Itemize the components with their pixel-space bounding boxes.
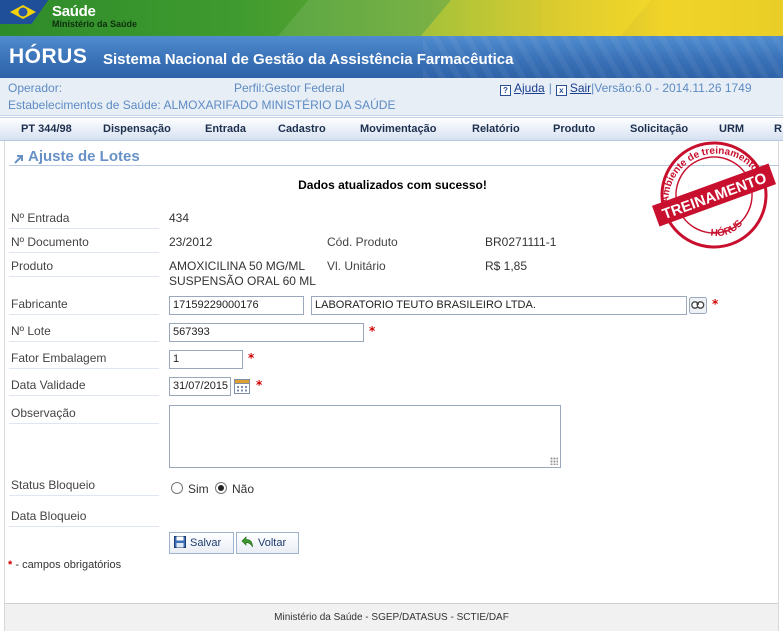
app-description: Sistema Nacional de Gestão da Assistênci…: [103, 51, 514, 68]
menu-item-pt-344-98[interactable]: PT 344/98: [21, 123, 72, 135]
produto-value-line1: AMOXICILINA 50 MG/ML: [169, 259, 306, 273]
menu-item-relatorio[interactable]: Relatório: [472, 123, 520, 135]
fator-field[interactable]: 1: [169, 350, 243, 369]
menu-item-cadastro[interactable]: Cadastro: [278, 123, 326, 135]
operator-label: Operador:: [8, 81, 63, 95]
cod-produto-value: BR0271111-1: [485, 235, 557, 249]
brand-logo: Saúde Ministério da Saúde: [52, 4, 137, 29]
back-button[interactable]: Voltar: [236, 532, 299, 554]
fator-label: Fator Embalagem: [11, 351, 107, 365]
calendar-icon[interactable]: [234, 378, 250, 394]
status-nao-radio[interactable]: [215, 482, 227, 494]
exit-link[interactable]: Sair: [570, 81, 591, 95]
exit-icon[interactable]: x: [555, 85, 567, 96]
cod-produto-label: Cód. Produto: [327, 235, 398, 249]
menu-item-solicitacao[interactable]: Solicitação: [630, 123, 688, 135]
fabricante-code-field[interactable]: 17159229000176: [169, 296, 304, 315]
back-arrow-icon: [241, 536, 253, 548]
required-marker: *: [712, 297, 719, 311]
label-divider: [9, 341, 159, 342]
lote-label: Nº Lote: [11, 324, 51, 338]
user-info-bar: Operador: Perfil:Gestor Federal Estabele…: [0, 78, 783, 116]
documento-value: 23/2012: [169, 235, 213, 249]
training-stamp: Ambiente de treinamento TREINAMENTO HÓRU…: [648, 140, 777, 249]
fabricante-label: Fabricante: [11, 297, 68, 311]
menu-item-entrada[interactable]: Entrada: [205, 123, 246, 135]
help-link[interactable]: Ajuda: [514, 81, 545, 95]
menu-item-r[interactable]: R: [774, 123, 782, 135]
entrada-value: 434: [169, 211, 190, 225]
version-text: |Versão:6.0 - 2014.11.26 1749: [591, 81, 752, 95]
heading-arrow-icon: [14, 155, 23, 164]
help-icon[interactable]: ?: [500, 85, 511, 96]
save-button[interactable]: Salvar: [169, 532, 234, 554]
app-name: HÓRUS: [9, 45, 88, 68]
produto-value-line2: SUSPENSÃO ORAL 60 ML: [169, 274, 316, 288]
brand-title: Saúde: [52, 3, 96, 20]
label-divider: [9, 423, 159, 424]
menu-item-dispensacao[interactable]: Dispensação: [103, 123, 171, 135]
profile-text: Perfil:Gestor Federal: [234, 81, 345, 95]
vl-unitario-label: Vl. Unitário: [327, 259, 386, 273]
back-button-label: Voltar: [258, 537, 287, 549]
produto-label: Produto: [11, 259, 54, 273]
observacao-textarea[interactable]: [169, 405, 561, 468]
page-footer: Ministério da Saúde - SGEP/DATASUS - SCT…: [4, 603, 779, 631]
required-note-text: - campos obrigatórios: [15, 559, 122, 571]
required-marker: *: [256, 378, 263, 392]
documento-label: Nº Documento: [11, 235, 89, 249]
validade-field[interactable]: 31/07/2015: [169, 377, 231, 396]
label-divider: [9, 252, 159, 253]
main-menu: PT 344/98 Dispensação Entrada Cadastro M…: [0, 117, 783, 141]
user-actions: ? Ajuda | x Sair|Versão:6.0 - 2014.11.26 174…: [500, 81, 752, 96]
entrada-label: Nº Entrada: [11, 211, 70, 225]
label-divider: [9, 368, 159, 369]
resize-grip-icon[interactable]: [550, 457, 558, 465]
save-button-label: Salvar: [190, 537, 222, 549]
vl-unitario-value: R$ 1,85: [485, 259, 528, 273]
search-fabricante-icon[interactable]: [689, 297, 707, 314]
label-divider: [9, 395, 159, 396]
label-divider: [9, 526, 159, 527]
app-title-bar: HÓRUS Sistema Nacional de Gestão da Assi…: [0, 36, 783, 78]
label-divider: [9, 228, 159, 229]
status-label: Status Bloqueio: [11, 478, 96, 492]
establishments-text: Estabelecimentos de Saúde: ALMOXARIFADO …: [8, 98, 396, 112]
required-marker: *: [369, 324, 376, 338]
status-nao-label: Não: [232, 482, 255, 496]
required-marker: *: [248, 351, 255, 365]
validade-label: Data Validade: [11, 378, 86, 392]
link-separator: |: [548, 81, 552, 95]
fabricante-name-field[interactable]: LABORATORIO TEUTO BRASILEIRO LTDA.: [311, 296, 687, 315]
label-divider: [9, 495, 159, 496]
label-divider: [9, 276, 159, 277]
lote-field[interactable]: 567393: [169, 323, 364, 342]
footer-text: Ministério da Saúde - SGEP/DATASUS - SCT…: [274, 612, 509, 623]
label-divider: [9, 314, 159, 315]
menu-item-urm[interactable]: URM: [719, 123, 744, 135]
menu-item-produto[interactable]: Produto: [553, 123, 595, 135]
page-title: Ajuste de Lotes: [28, 148, 140, 165]
floppy-disk-icon: [174, 536, 186, 548]
menu-item-movimentacao[interactable]: Movimentação: [360, 123, 436, 135]
data-bloqueio-label: Data Bloqueio: [11, 509, 87, 523]
observacao-label: Observação: [11, 406, 76, 420]
top-banner: Saúde Ministério da Saúde: [0, 0, 783, 36]
required-note: * - campos obrigatórios: [8, 559, 121, 571]
required-marker: *: [8, 559, 13, 571]
brand-subtitle: Ministério da Saúde: [52, 19, 138, 29]
status-sim-label: Sim: [188, 482, 209, 496]
status-sim-radio[interactable]: [171, 482, 183, 494]
brazil-flag-icon: [10, 5, 36, 19]
